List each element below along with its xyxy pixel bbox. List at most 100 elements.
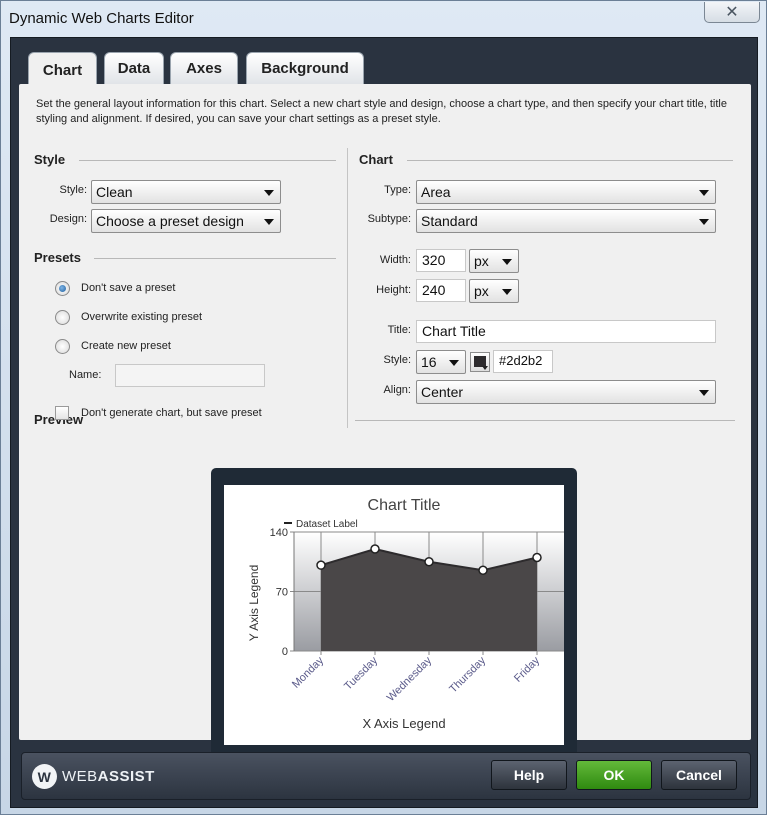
data-point	[316, 560, 326, 570]
color-picker-button[interactable]	[470, 352, 490, 372]
align-select[interactable]: Center	[416, 380, 716, 404]
preset-name-input[interactable]	[115, 364, 265, 387]
tab-chart-label: Chart	[42, 61, 83, 79]
chevron-down-icon	[502, 259, 512, 265]
intro-text: Set the general layout information for t…	[36, 98, 727, 125]
close-icon: ✕	[725, 4, 739, 21]
dont-generate-checkbox[interactable]	[55, 406, 69, 420]
help-button[interactable]: Help	[491, 760, 567, 790]
title-bar: Dynamic Web Charts Editor ✕	[1, 1, 766, 35]
data-point	[424, 557, 434, 567]
subtype-select-value: Standard	[421, 213, 478, 229]
preview-canvas: Chart Title Dataset Label 0 70 140 Monday T…	[224, 485, 564, 745]
data-point	[532, 552, 542, 563]
x-tick-label: Thursday	[447, 654, 488, 695]
height-unit-value: px	[474, 283, 489, 299]
chevron-down-icon	[699, 219, 709, 225]
y-axis-title: Y Axis Legend	[247, 565, 261, 642]
type-select[interactable]: Area	[416, 180, 716, 204]
preset-name-label: Name:	[69, 369, 102, 381]
x-tick-label: Friday	[512, 654, 542, 684]
width-unit-select[interactable]: px	[469, 249, 519, 273]
dont-generate-label: Don't generate chart, but save preset	[81, 407, 262, 419]
type-label: Type:	[384, 184, 411, 196]
radio-dont-save-label: Don't save a preset	[81, 282, 176, 294]
title-style-label: Style:	[383, 354, 411, 366]
legend-label: Dataset Label	[296, 519, 358, 530]
title-label: Title:	[387, 324, 411, 336]
help-button-label: Help	[513, 767, 545, 783]
data-point	[478, 565, 488, 575]
tab-background[interactable]: Background	[246, 52, 364, 84]
align-label: Align:	[383, 384, 411, 396]
footer-bar: W WEB ASSIST Help OK Cancel	[21, 752, 751, 800]
radio-overwrite-label: Overwrite existing preset	[81, 311, 203, 323]
subtype-label: Subtype:	[367, 213, 411, 225]
radio-dont-save[interactable]	[55, 281, 70, 296]
y-tick-labels: 0 70 140	[270, 527, 288, 658]
window-title: Dynamic Web Charts Editor	[9, 10, 194, 27]
font-size-value: 16	[421, 354, 437, 370]
preview-frame: Chart Title Dataset Label 0 70 140 Monday T…	[211, 468, 577, 762]
logo-text-assist: ASSIST	[97, 768, 155, 785]
style-heading: Style	[34, 152, 66, 167]
chevron-down-icon	[482, 366, 488, 370]
ok-button[interactable]: OK	[576, 760, 652, 790]
chart-svg: Chart Title Dataset Label 0 70 140 Monday T…	[247, 497, 564, 731]
data-point	[370, 544, 380, 554]
tab-axes-label: Axes	[186, 60, 222, 77]
chevron-down-icon	[264, 219, 274, 225]
tab-background-label: Background	[261, 60, 349, 77]
preview-rule	[355, 420, 735, 421]
cancel-button-label: Cancel	[676, 767, 722, 783]
webassist-logo: W WEB ASSIST	[32, 764, 155, 789]
editor-frame: Chart Data Axes Background Set the gener…	[10, 37, 758, 808]
radio-overwrite[interactable]	[55, 310, 70, 325]
chevron-down-icon	[264, 190, 274, 196]
logo-text-web: WEB	[62, 768, 98, 785]
dialog-window: Dynamic Web Charts Editor ✕ Chart Data A…	[0, 0, 767, 815]
design-select-value: Choose a preset design	[96, 213, 244, 229]
width-label: Width:	[379, 254, 411, 266]
x-tick-label: Tuesday	[342, 654, 380, 692]
tab-data[interactable]: Data	[104, 52, 164, 84]
color-hex-input[interactable]: #2d2b2	[493, 350, 553, 373]
webassist-logo-icon: W	[32, 764, 57, 789]
presets-rule	[94, 258, 336, 259]
x-tick-label: Monday	[290, 654, 327, 691]
radio-create-new-label: Create new preset	[81, 340, 171, 352]
design-label: Design:	[49, 213, 87, 225]
chart-tab-panel: Set the general layout information for t…	[19, 84, 751, 762]
subtype-select[interactable]: Standard	[416, 209, 716, 233]
title-input[interactable]: Chart Title	[416, 320, 716, 343]
style-rule	[79, 160, 336, 161]
style-select-value: Clean	[96, 184, 133, 200]
tab-axes[interactable]: Axes	[170, 52, 238, 84]
x-tick-label: Wednesday	[385, 654, 435, 704]
style-select[interactable]: Clean	[91, 180, 281, 204]
x-axis-title: X Axis Legend	[362, 716, 445, 731]
chevron-down-icon	[699, 390, 709, 396]
radio-create-new[interactable]	[55, 339, 70, 354]
chart-rule	[407, 160, 733, 161]
type-select-value: Area	[421, 184, 451, 200]
width-input[interactable]: 320	[416, 249, 466, 272]
cancel-button[interactable]: Cancel	[661, 760, 737, 790]
y-tick-label: 140	[270, 527, 288, 539]
height-label: Height:	[376, 284, 411, 296]
font-size-select[interactable]: 16	[416, 350, 466, 374]
width-unit-value: px	[474, 253, 489, 269]
chevron-down-icon	[449, 360, 459, 366]
ok-button-label: OK	[603, 767, 625, 783]
height-input[interactable]: 240	[416, 279, 466, 302]
tab-data-label: Data	[117, 60, 151, 77]
tab-chart[interactable]: Chart	[28, 52, 97, 87]
style-label: Style:	[59, 184, 87, 196]
chart-title: Chart Title	[368, 497, 441, 514]
design-select[interactable]: Choose a preset design	[91, 209, 281, 233]
chart-heading: Chart	[359, 152, 393, 167]
height-unit-select[interactable]: px	[469, 279, 519, 303]
chevron-down-icon	[502, 289, 512, 295]
close-button[interactable]: ✕	[704, 2, 760, 23]
x-tick-labels: Monday Tuesday Wednesday Thursday Friday	[290, 654, 543, 704]
